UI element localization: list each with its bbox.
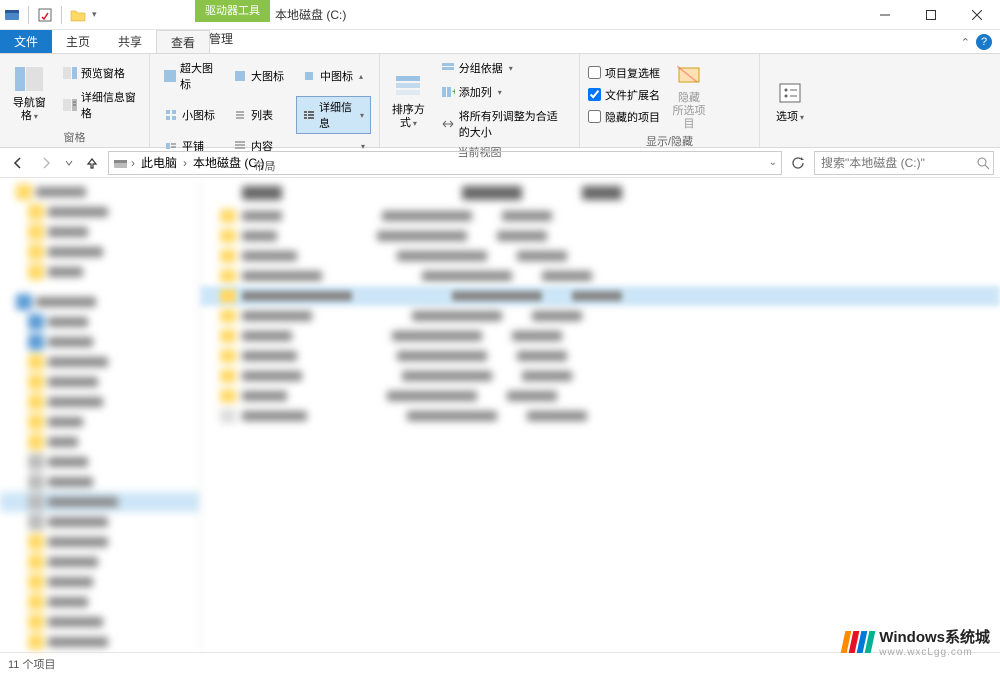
quick-access-toolbar: ▾ bbox=[0, 6, 101, 24]
medium-icons-icon bbox=[302, 69, 316, 83]
qat-separator bbox=[61, 6, 62, 24]
preview-pane-button[interactable]: 预览窗格 bbox=[59, 63, 141, 83]
tab-file[interactable]: 文件 bbox=[0, 30, 52, 53]
close-button[interactable] bbox=[954, 0, 1000, 30]
ribbon-group-current-view: 排序方式▾ 分组依据▾ + 添加列▾ 将所有列调整为合适的大小 当前视图 bbox=[380, 54, 580, 147]
size-columns-icon bbox=[441, 117, 455, 131]
details-pane-icon bbox=[63, 98, 77, 112]
breadcrumb-drive[interactable]: 本地磁盘 (C:) bbox=[191, 154, 266, 171]
chevron-right-icon[interactable]: › bbox=[183, 156, 187, 170]
ribbon: 导航窗格▾ 预览窗格 详细信息窗格 窗格 超大图标 大图标 中图标▴ 小图标 bbox=[0, 54, 1000, 148]
watermark: Windows系统城 www.wxcLgg.com bbox=[843, 626, 990, 658]
window-controls bbox=[862, 0, 1000, 30]
address-dropdown-icon[interactable]: ⌄ bbox=[769, 157, 777, 168]
layout-medium-icons[interactable]: 中图标▴ bbox=[296, 58, 371, 94]
list-icon bbox=[233, 108, 247, 122]
group-by-icon bbox=[441, 61, 455, 75]
item-checkboxes-toggle[interactable]: 项目复选框 bbox=[588, 63, 660, 83]
group-label-panes: 窗格 bbox=[8, 127, 141, 145]
file-extensions-toggle[interactable]: 文件扩展名 bbox=[588, 85, 660, 105]
recent-locations-button[interactable] bbox=[62, 151, 76, 175]
collapse-ribbon-icon[interactable]: ⌃ bbox=[961, 36, 970, 49]
minimize-button[interactable] bbox=[862, 0, 908, 30]
maximize-button[interactable] bbox=[908, 0, 954, 30]
hidden-items-toggle[interactable]: 隐藏的项目 bbox=[588, 107, 660, 127]
content-area bbox=[0, 178, 1000, 654]
chevron-right-icon[interactable]: › bbox=[270, 156, 274, 170]
search-box[interactable] bbox=[814, 151, 994, 175]
tab-share[interactable]: 共享 bbox=[104, 30, 156, 53]
options-button[interactable]: 选项▾ bbox=[768, 58, 812, 143]
contextual-tab-header: 驱动器工具 bbox=[195, 0, 270, 22]
preview-pane-icon bbox=[63, 66, 77, 80]
layout-extra-large-icons[interactable]: 超大图标 bbox=[158, 58, 221, 94]
layout-details[interactable]: 详细信息▾ bbox=[296, 96, 371, 134]
qat-dropdown-icon[interactable]: ▾ bbox=[92, 9, 97, 20]
up-button[interactable] bbox=[80, 151, 104, 175]
refresh-button[interactable] bbox=[786, 152, 810, 174]
help-icon[interactable]: ? bbox=[976, 34, 992, 50]
item-count: 11 个项目 bbox=[8, 656, 55, 672]
properties-icon[interactable] bbox=[37, 7, 53, 23]
search-icon[interactable] bbox=[976, 156, 990, 170]
back-button[interactable] bbox=[6, 151, 30, 175]
breadcrumb-this-pc[interactable]: 此电脑 bbox=[139, 154, 179, 171]
extra-large-icons-icon bbox=[164, 69, 176, 83]
details-pane-button[interactable]: 详细信息窗格 bbox=[59, 87, 141, 123]
watermark-title: Windows系统城 bbox=[879, 626, 990, 647]
search-input[interactable] bbox=[821, 156, 976, 170]
folder-icon[interactable] bbox=[70, 7, 86, 23]
qat-separator bbox=[28, 6, 29, 24]
drive-icon bbox=[113, 156, 127, 170]
ribbon-group-panes: 导航窗格▾ 预览窗格 详细信息窗格 窗格 bbox=[0, 54, 150, 147]
ribbon-group-options: 选项▾ bbox=[760, 54, 820, 147]
ribbon-group-show-hide: 项目复选框 文件扩展名 隐藏的项目 隐藏所选项目 显示/隐藏 bbox=[580, 54, 760, 147]
layout-list[interactable]: 列表 bbox=[227, 96, 290, 134]
explorer-icon bbox=[4, 7, 20, 23]
layout-large-icons[interactable]: 大图标 bbox=[227, 58, 290, 94]
navigation-pane-button[interactable]: 导航窗格▾ bbox=[8, 58, 51, 127]
watermark-url: www.wxcLgg.com bbox=[879, 647, 990, 658]
forward-button[interactable] bbox=[34, 151, 58, 175]
title-bar: ▾ 驱动器工具 本地磁盘 (C:) bbox=[0, 0, 1000, 30]
ribbon-group-layout: 超大图标 大图标 中图标▴ 小图标 列表 详细信息▾ 平铺 内容 ▾ 布局 bbox=[150, 54, 380, 147]
add-columns-icon: + bbox=[441, 85, 455, 99]
hide-selected-button[interactable]: 隐藏所选项目 bbox=[668, 58, 710, 131]
address-input[interactable]: › 此电脑 › 本地磁盘 (C:) › ⌄ bbox=[108, 151, 782, 175]
navigation-tree[interactable] bbox=[0, 178, 200, 654]
add-columns-button[interactable]: + 添加列▾ bbox=[437, 82, 571, 102]
tab-home[interactable]: 主页 bbox=[52, 30, 104, 53]
ribbon-collapse-area: ⌃ ? bbox=[961, 34, 992, 50]
ribbon-tabs: 文件 主页 共享 查看 管理 ⌃ ? bbox=[0, 30, 1000, 54]
svg-text:+: + bbox=[452, 87, 455, 98]
chevron-right-icon[interactable]: › bbox=[131, 156, 135, 170]
window-title: 本地磁盘 (C:) bbox=[275, 6, 346, 23]
details-icon bbox=[303, 108, 315, 122]
address-bar: › 此电脑 › 本地磁盘 (C:) › ⌄ bbox=[0, 148, 1000, 178]
tab-manage[interactable]: 管理 bbox=[195, 30, 261, 47]
layout-small-icons[interactable]: 小图标 bbox=[158, 96, 221, 134]
file-list[interactable] bbox=[200, 178, 1000, 654]
large-icons-icon bbox=[233, 69, 247, 83]
group-label-show-hide: 显示/隐藏 bbox=[588, 131, 751, 149]
sort-by-button[interactable]: 排序方式▾ bbox=[388, 58, 429, 142]
group-by-button[interactable]: 分组依据▾ bbox=[437, 58, 571, 78]
size-all-columns-button[interactable]: 将所有列调整为合适的大小 bbox=[437, 106, 571, 142]
small-icons-icon bbox=[164, 108, 178, 122]
